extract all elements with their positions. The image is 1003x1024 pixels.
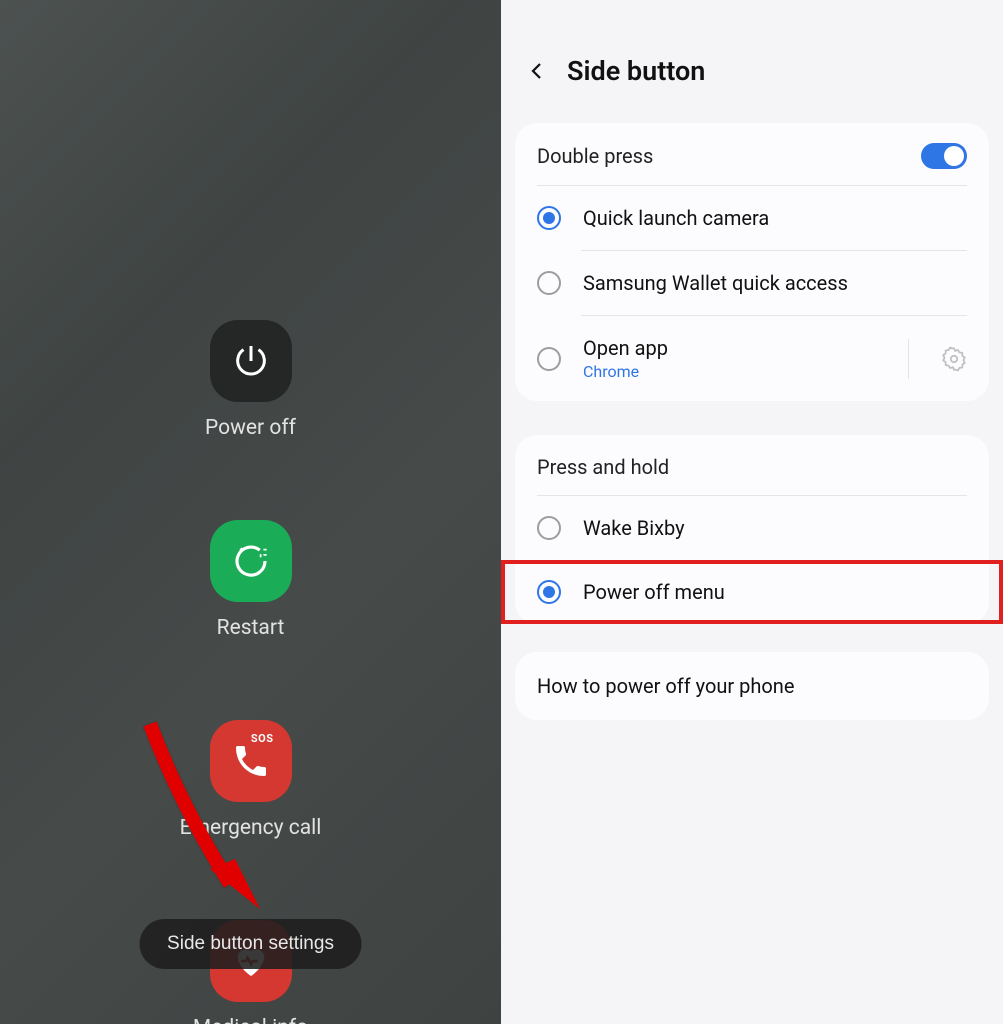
gear-icon[interactable]	[941, 346, 967, 372]
option-quick-launch-camera[interactable]: Quick launch camera	[515, 186, 989, 250]
power-off-button[interactable]: Power off	[181, 320, 321, 440]
how-to-card: How to power off your phone	[515, 652, 989, 720]
option-open-app[interactable]: Open app Chrome	[515, 316, 989, 401]
double-press-toggle[interactable]	[921, 143, 967, 169]
press-hold-card: Press and hold Wake Bixby Power off menu	[515, 435, 989, 624]
restart-icon	[210, 520, 292, 602]
option-label: Wake Bixby	[583, 516, 967, 540]
press-hold-title: Press and hold	[515, 435, 989, 495]
page-title: Side button	[567, 55, 705, 87]
emergency-icon: SOS	[210, 720, 292, 802]
double-press-card: Double press Quick launch camera Samsung…	[515, 123, 989, 401]
double-press-title: Double press	[537, 144, 653, 168]
emergency-label: Emergency call	[180, 816, 322, 840]
option-samsung-wallet[interactable]: Samsung Wallet quick access	[515, 251, 989, 315]
power-icon	[210, 320, 292, 402]
side-button-settings-button[interactable]: Side button settings	[139, 919, 362, 969]
restart-button[interactable]: Restart	[181, 520, 321, 640]
how-to-power-off[interactable]: How to power off your phone	[515, 652, 989, 720]
back-icon[interactable]	[525, 59, 549, 83]
option-power-off-menu[interactable]: Power off menu	[515, 560, 989, 624]
option-label: Open app	[583, 336, 876, 360]
radio-camera[interactable]	[537, 206, 561, 230]
power-menu-panel: Power off Restart SOS Emergency call	[0, 0, 501, 1024]
power-off-label: Power off	[205, 416, 296, 440]
radio-power-off[interactable]	[537, 580, 561, 604]
option-label: Samsung Wallet quick access	[583, 271, 967, 295]
settings-panel: Side button Double press Quick launch ca…	[501, 0, 1003, 1024]
radio-wallet[interactable]	[537, 271, 561, 295]
radio-open-app[interactable]	[537, 347, 561, 371]
sos-badge: SOS	[251, 732, 274, 745]
radio-bixby[interactable]	[537, 516, 561, 540]
medical-label: Medical info	[193, 1016, 308, 1024]
option-wake-bixby[interactable]: Wake Bixby	[515, 496, 989, 560]
restart-label: Restart	[217, 616, 285, 640]
emergency-call-button[interactable]: SOS Emergency call	[181, 720, 321, 840]
header: Side button	[501, 0, 1003, 117]
option-label: Power off menu	[583, 580, 967, 604]
option-label: Quick launch camera	[583, 206, 967, 230]
option-sublabel: Chrome	[583, 362, 876, 381]
